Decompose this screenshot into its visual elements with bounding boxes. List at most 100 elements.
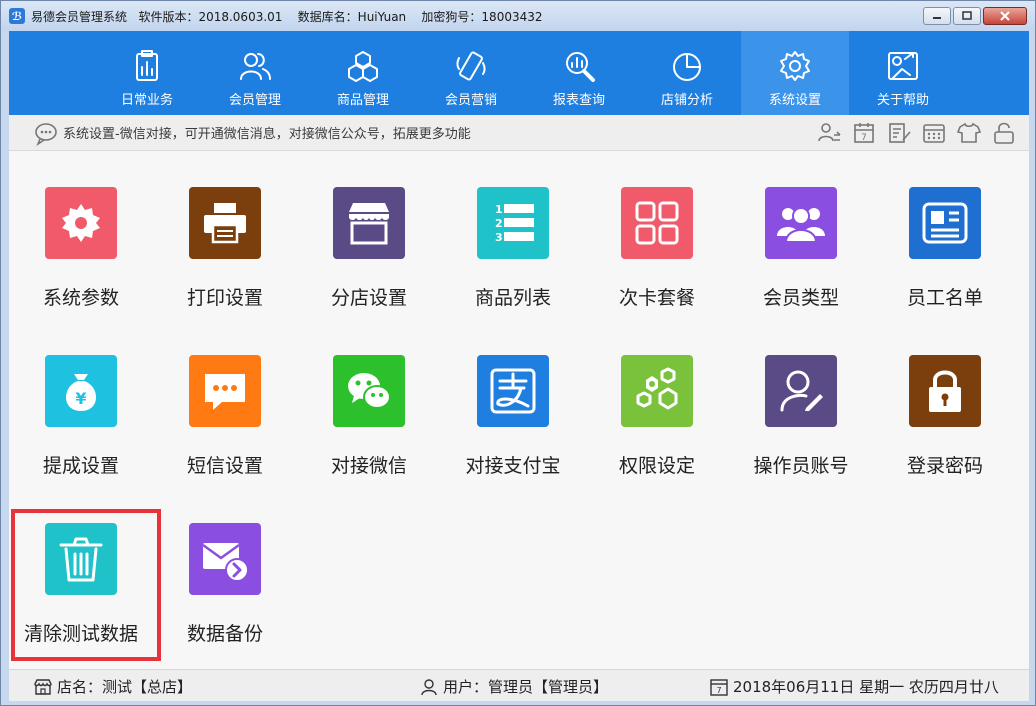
- tile-icon-box: [765, 187, 837, 259]
- tile-label: 打印设置: [186, 287, 263, 309]
- tile-id-card[interactable]: 员工名单: [873, 187, 1017, 337]
- message-icon: [205, 374, 245, 410]
- tile-printer[interactable]: 打印设置: [153, 187, 297, 337]
- nav-item-help[interactable]: 关于帮助: [849, 31, 957, 115]
- search-chart-icon: [566, 52, 595, 82]
- gear-icon: [780, 51, 810, 81]
- users-icon: [240, 53, 271, 80]
- nav-label: 日常业务: [120, 93, 173, 108]
- main-nav: 日常业务 会员管理 商品管理 会员营销 报表查询 店铺分析 系统设置 关于帮助: [9, 31, 1029, 115]
- info-bar: 系统设置-微信对接，可开通微信消息，对接微信公众号，拓展更多功能 7: [9, 115, 1029, 151]
- tile-icon-box: ¥: [45, 355, 117, 427]
- window-controls: [923, 7, 1027, 25]
- title-bar: ℬ 易德会员管理系统 软件版本：2018.0603.01 数据库名：HuiYua…: [1, 1, 1035, 31]
- printer-icon: [204, 203, 246, 244]
- nav-label: 系统设置: [768, 93, 821, 108]
- nav-label: 报表查询: [552, 93, 605, 108]
- svg-text:1: 1: [495, 203, 503, 216]
- nav-label: 店铺分析: [660, 93, 713, 108]
- settings-grid: 系统参数 打印设置 分店设置 123 商品列表 次卡套餐 会员类型 员工名单 ¥…: [9, 151, 1029, 669]
- tile-icon-box: [189, 355, 261, 427]
- tile-label: 对接支付宝: [465, 455, 561, 477]
- calculator-icon[interactable]: [921, 120, 947, 146]
- close-button[interactable]: [983, 7, 1027, 25]
- user-name: 用户：管理员【管理员】: [443, 678, 609, 696]
- minimize-button[interactable]: [923, 7, 951, 25]
- gear-icon: [62, 204, 100, 242]
- lock-open-icon[interactable]: [991, 120, 1017, 146]
- nav-item-search-chart[interactable]: 报表查询: [525, 31, 633, 115]
- calendar-icon[interactable]: 7: [851, 120, 877, 146]
- grid-icon: [635, 201, 679, 245]
- tile-icon-box: [477, 355, 549, 427]
- tile-label: 清除测试数据: [23, 623, 138, 645]
- svg-text:¥: ¥: [75, 389, 86, 408]
- tile-backup-mail[interactable]: 数据备份: [153, 523, 297, 673]
- operator-icon: [780, 370, 823, 412]
- info-message: 系统设置-微信对接，可开通微信消息，对接微信公众号，拓展更多功能: [63, 127, 471, 142]
- nav-item-phone[interactable]: 会员营销: [417, 31, 525, 115]
- user-icon: [421, 678, 437, 695]
- svg-text:7: 7: [716, 686, 721, 695]
- tile-label: 次卡套餐: [618, 287, 695, 309]
- tile-label: 权限设定: [618, 455, 695, 477]
- tile-money-bag[interactable]: ¥ 提成设置: [9, 355, 153, 505]
- tile-gear[interactable]: 系统参数: [9, 187, 153, 337]
- tile-hexagon-gears[interactable]: 权限设定: [585, 355, 729, 505]
- nav-item-clipboard-chart[interactable]: 日常业务: [93, 31, 201, 115]
- tile-store[interactable]: 分店设置: [297, 187, 441, 337]
- tile-label: 员工名单: [906, 287, 983, 309]
- svg-text:3: 3: [495, 231, 503, 244]
- user-switch-icon[interactable]: [816, 120, 842, 146]
- tile-trash[interactable]: 清除测试数据: [9, 523, 153, 673]
- nav-item-cubes[interactable]: 商品管理: [309, 31, 417, 115]
- tshirt-icon[interactable]: [956, 120, 982, 146]
- tile-label: 对接微信: [330, 455, 407, 477]
- tile-icon-box: [765, 355, 837, 427]
- tile-lock[interactable]: 登录密码: [873, 355, 1017, 505]
- members-icon: [777, 207, 825, 243]
- svg-text:2: 2: [495, 217, 503, 230]
- nav-item-users[interactable]: 会员管理: [201, 31, 309, 115]
- close-icon: [1000, 11, 1010, 21]
- help-icon: [888, 52, 918, 80]
- status-bar: 店名：测试【总店】 用户：管理员【管理员】 7 2018年06月11日 星期一 …: [9, 669, 1029, 701]
- maximize-icon: [962, 11, 972, 20]
- nav-item-gear[interactable]: 系统设置: [741, 31, 849, 115]
- tile-list[interactable]: 123 商品列表: [441, 187, 585, 337]
- tile-icon-box: [909, 355, 981, 427]
- tile-label: 登录密码: [906, 455, 983, 477]
- tile-wechat[interactable]: 对接微信: [297, 355, 441, 505]
- current-date: 2018年06月11日 星期一 农历四月廿八: [733, 678, 999, 696]
- tile-members[interactable]: 会员类型: [729, 187, 873, 337]
- nav-label: 商品管理: [336, 93, 389, 108]
- tile-label: 分店设置: [330, 287, 407, 309]
- edit-list-icon[interactable]: [886, 120, 912, 146]
- tile-icon-box: 123: [477, 187, 549, 259]
- svg-text:7: 7: [861, 133, 867, 143]
- tile-label: 操作员账号: [753, 455, 849, 477]
- tile-operator[interactable]: 操作员账号: [729, 355, 873, 505]
- maximize-button[interactable]: [953, 7, 981, 25]
- tile-icon-box: [189, 523, 261, 595]
- hexagon-gears-icon: [636, 367, 678, 410]
- nav-item-pie[interactable]: 店铺分析: [633, 31, 741, 115]
- store-name: 店名：测试【总店】: [57, 678, 193, 696]
- tile-message[interactable]: 短信设置: [153, 355, 297, 505]
- tile-grid[interactable]: 次卡套餐: [585, 187, 729, 337]
- tile-alipay[interactable]: 对接支付宝: [441, 355, 585, 505]
- tile-label: 商品列表: [474, 287, 551, 309]
- cubes-icon: [348, 51, 378, 82]
- tile-icon-box: [621, 355, 693, 427]
- calendar-icon: 7: [710, 678, 728, 696]
- clipboard-chart-icon: [136, 50, 158, 81]
- id-card-icon: [922, 202, 968, 244]
- tile-icon-box: [909, 187, 981, 259]
- nav-label: 会员管理: [228, 93, 281, 108]
- store-icon: [349, 203, 389, 245]
- list-icon: 123: [495, 203, 534, 244]
- trash-icon: [59, 537, 103, 582]
- status-date: 7 2018年06月11日 星期一 农历四月廿八: [709, 676, 999, 697]
- chat-bubble-icon: [35, 122, 57, 146]
- tile-icon-box: [333, 187, 405, 259]
